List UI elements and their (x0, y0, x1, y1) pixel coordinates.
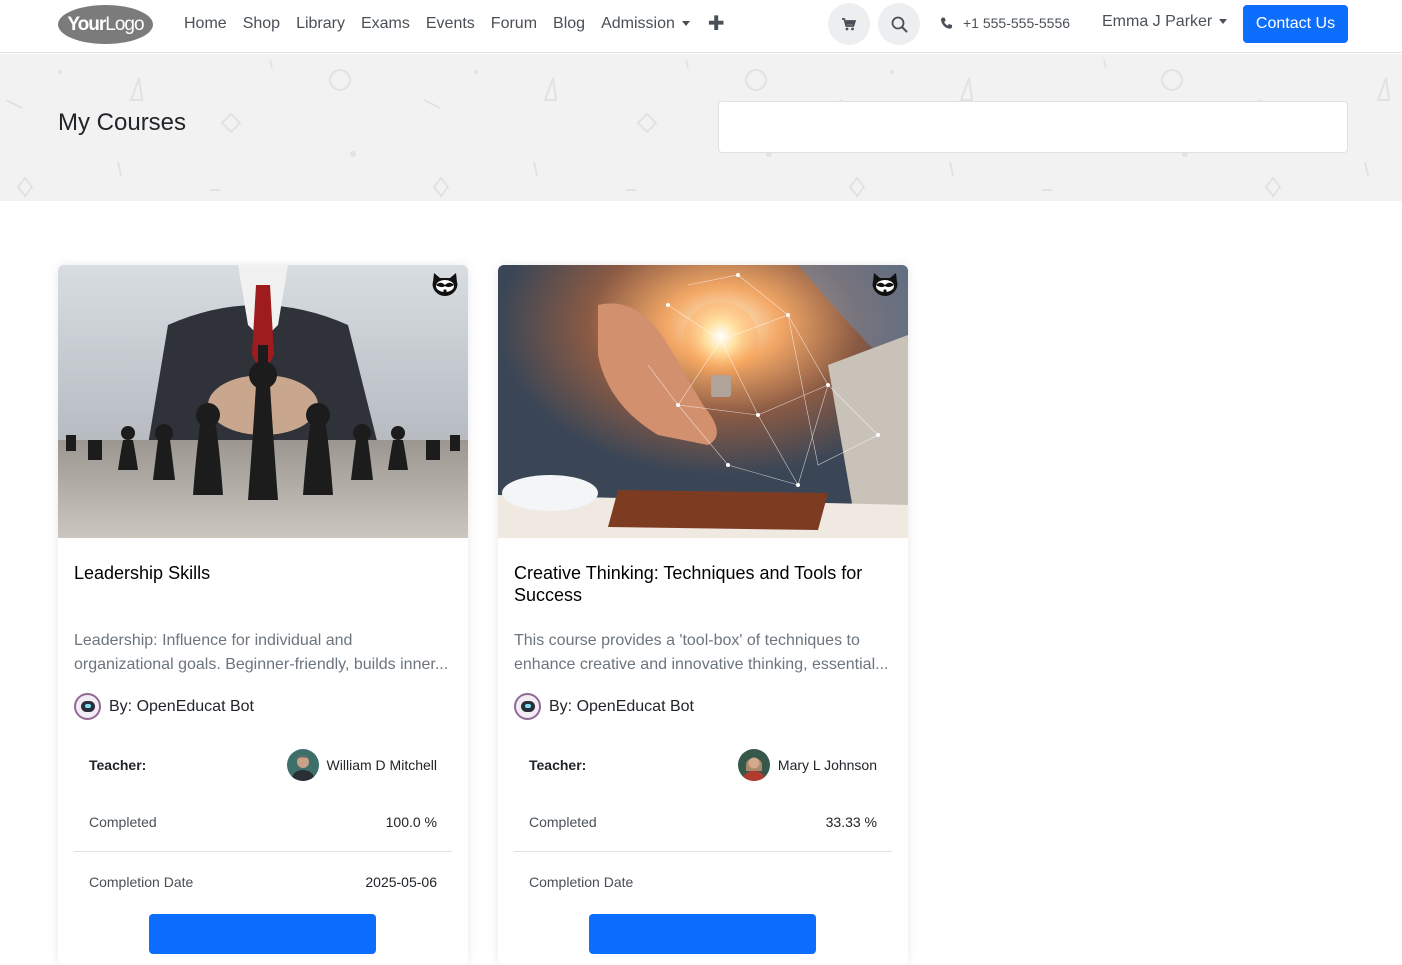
teacher-name: Mary L Johnson (777, 756, 877, 773)
course-action-button[interactable] (149, 914, 376, 954)
author-name: By: OpenEducat Bot (549, 697, 694, 715)
teacher-label: Teacher: (89, 756, 147, 773)
nav-exams[interactable]: Exams (353, 13, 418, 35)
completed-value: 100.0 % (385, 814, 437, 830)
site-logo[interactable]: Your Logo (58, 5, 153, 44)
chevron-down-icon (1219, 19, 1228, 24)
bot-avatar (74, 693, 101, 720)
course-card[interactable]: Creative Thinking: Techniques and Tools … (498, 265, 908, 965)
avatar (286, 748, 319, 781)
nav-shop[interactable]: Shop (235, 13, 288, 35)
raccoon-badge-icon (432, 273, 458, 296)
cart-icon (842, 17, 856, 30)
completed-value: 33.33 % (825, 814, 877, 830)
completed-label: Completed (89, 814, 157, 830)
course-image-chess (58, 265, 468, 538)
user-menu[interactable]: Emma J Parker (1102, 13, 1228, 31)
course-card[interactable]: Leadership Skills Leadership: Influence … (58, 265, 468, 965)
author-name: By: OpenEducat Bot (109, 697, 254, 715)
completion-date-value: 2025-05-06 (365, 873, 437, 890)
teacher-row: Teacher: Mary L Johnson (514, 735, 892, 794)
completed-row: Completed 100.0 % (74, 793, 452, 852)
completion-date-label: Completion Date (529, 873, 634, 890)
nav-forum[interactable]: Forum (483, 13, 545, 35)
nav-events[interactable]: Events (418, 13, 483, 35)
course-title[interactable]: Leadership Skills (74, 562, 454, 584)
teacher-name: William D Mitchell (326, 756, 437, 773)
phone-link[interactable]: +1 555-555-5556 (940, 15, 1070, 31)
nav-admission-dropdown[interactable]: Admission (593, 13, 698, 35)
avatar (737, 748, 770, 781)
course-description: This course provides a 'tool-box' of tec… (514, 632, 889, 673)
nav-admission-label: Admission (601, 15, 675, 32)
nav-blog[interactable]: Blog (545, 13, 593, 35)
phone-icon (940, 17, 953, 29)
page-banner: My Courses (0, 54, 1402, 201)
completion-date-label: Completion Date (89, 873, 194, 890)
teacher-label: Teacher: (529, 756, 587, 773)
cart-button[interactable] (828, 3, 870, 45)
course-action-button[interactable] (589, 914, 816, 954)
course-search-input[interactable] (718, 101, 1348, 153)
course-author: By: OpenEducat Bot (74, 693, 254, 720)
completion-date-row: Completion Date 2025-05-06 (74, 852, 452, 911)
course-description: Leadership: Influence for individual and… (74, 632, 449, 673)
search-icon (891, 16, 907, 32)
nav-library[interactable]: Library (288, 13, 353, 35)
chevron-down-icon (681, 21, 690, 26)
search-button[interactable] (878, 3, 920, 45)
teacher-info: William D Mitchell (286, 748, 437, 781)
contact-us-button[interactable]: Contact Us (1243, 5, 1348, 43)
teacher-info: Mary L Johnson (737, 748, 877, 781)
site-header: Your Logo Home Shop Library Exams Events … (0, 0, 1402, 53)
user-name: Emma J Parker (1102, 13, 1213, 30)
raccoon-badge-icon (872, 273, 898, 296)
completion-date-row: Completion Date (514, 852, 892, 911)
course-title[interactable]: Creative Thinking: Techniques and Tools … (514, 562, 894, 606)
course-author: By: OpenEducat Bot (514, 693, 694, 720)
phone-number: +1 555-555-5556 (963, 15, 1071, 31)
main-nav: Home Shop Library Exams Events Forum Blo… (184, 13, 733, 35)
course-image-lightbulb (498, 265, 908, 538)
bot-avatar (514, 693, 541, 720)
plus-icon[interactable]: ✚ (698, 13, 733, 35)
page-title: My Courses (58, 109, 187, 136)
completed-label: Completed (529, 814, 597, 830)
completed-row: Completed 33.33 % (514, 793, 892, 852)
teacher-row: Teacher: William D Mitchell (74, 735, 452, 794)
nav-home[interactable]: Home (184, 13, 235, 35)
